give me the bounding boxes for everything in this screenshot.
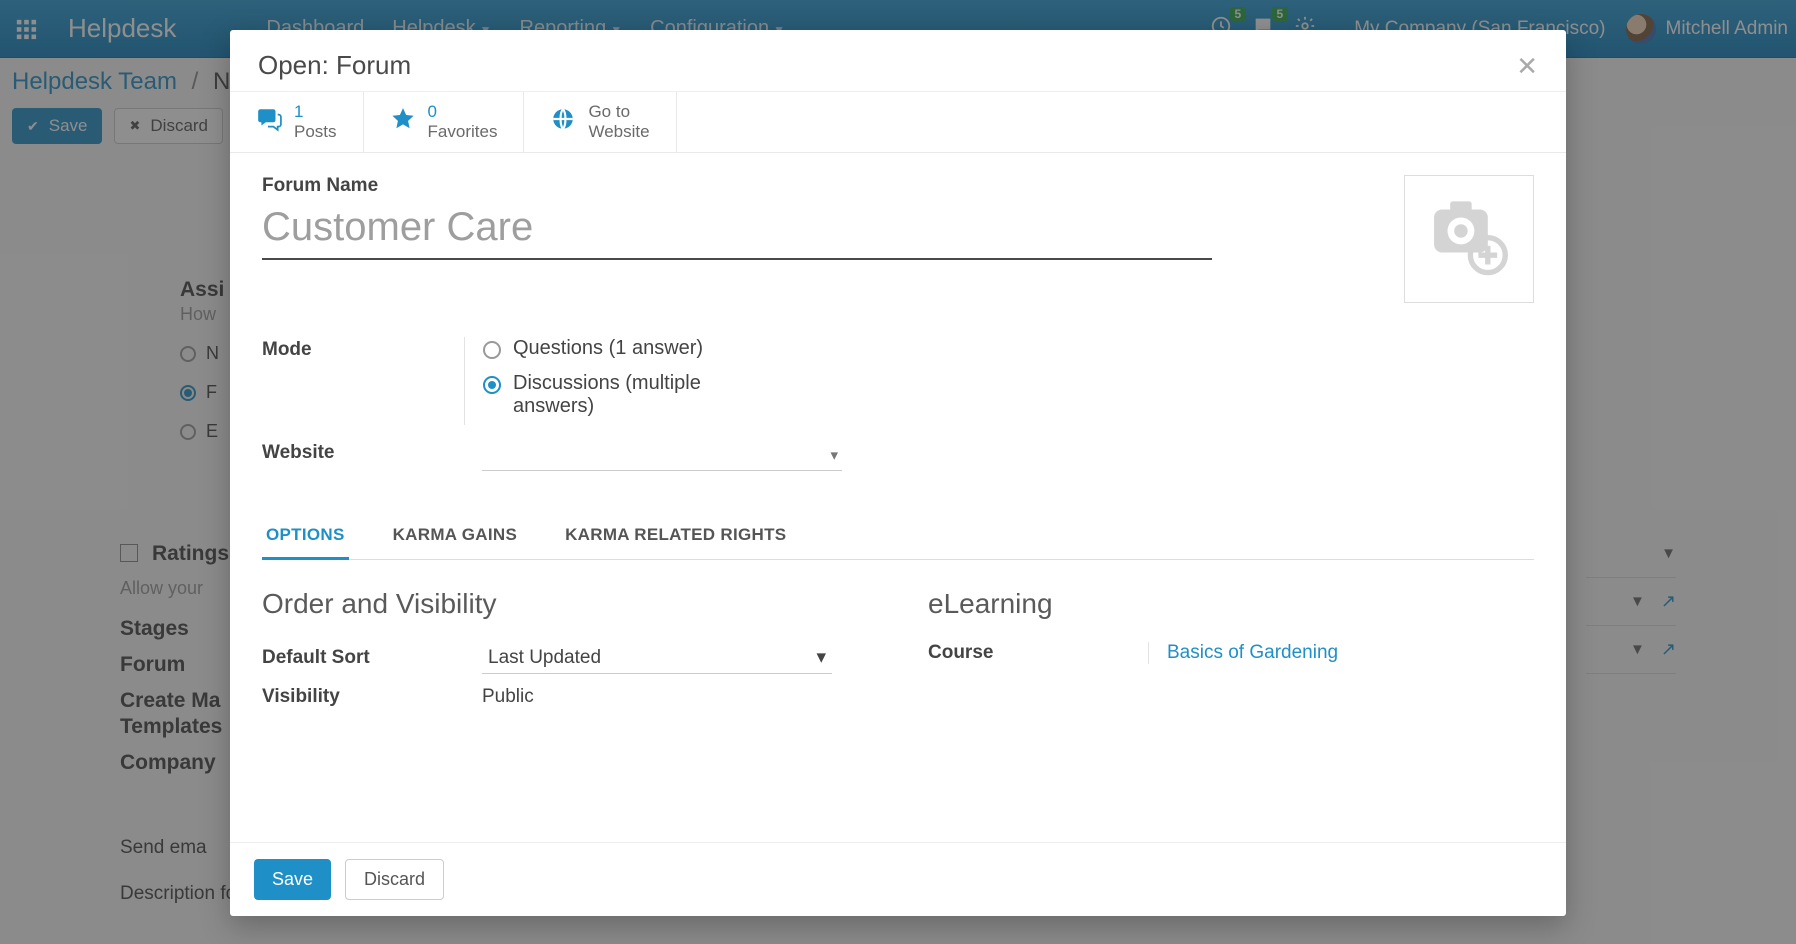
tab-karma-gains[interactable]: KARMA GAINS [389, 515, 522, 560]
stat-posts-count: 1 [294, 102, 337, 122]
save-button[interactable]: Save [254, 859, 331, 900]
visibility-label: Visibility [262, 686, 482, 708]
default-sort-label: Default Sort [262, 647, 482, 669]
visibility-value: Public [482, 686, 868, 708]
forum-name-input[interactable] [262, 201, 1212, 260]
forum-name-label: Forum Name [262, 175, 1212, 197]
stat-buttons: 1 Posts 0 Favorites [230, 92, 1566, 153]
stat-goto-l1: Go to [588, 102, 649, 122]
image-upload[interactable] [1404, 175, 1534, 303]
globe-icon [550, 106, 576, 139]
course-label: Course [928, 642, 1148, 664]
form-tabs: OPTIONS KARMA GAINS KARMA RELATED RIGHTS [262, 515, 1534, 560]
stat-fav-count: 0 [428, 102, 498, 122]
modal-header: Open: Forum ✕ [230, 30, 1566, 91]
stat-goto-l2: Website [588, 122, 649, 142]
elearning-heading: eLearning [928, 588, 1534, 620]
chevron-down-icon: ▾ [830, 446, 838, 464]
discard-button[interactable]: Discard [345, 859, 444, 900]
stat-goto-website[interactable]: Go to Website [524, 92, 676, 152]
modal-footer: Save Discard [230, 842, 1566, 916]
stat-posts-label: Posts [294, 122, 337, 142]
mode-discussions[interactable]: Discussions (multiple answers) [483, 372, 1183, 418]
modal-title: Open: Forum [258, 50, 411, 81]
star-icon [390, 106, 416, 139]
modal-body: 1 Posts 0 Favorites [230, 91, 1566, 842]
radio-icon [483, 341, 501, 359]
default-sort-value: Last Updated [488, 647, 601, 669]
mode-discussions-label: Discussions (multiple answers) [513, 372, 753, 418]
course-link[interactable]: Basics of Gardening [1167, 642, 1338, 663]
forum-modal: Open: Forum ✕ 1 Posts [230, 30, 1566, 916]
comments-icon [256, 106, 282, 139]
stat-posts[interactable]: 1 Posts [230, 92, 364, 152]
mode-label: Mode [262, 337, 482, 430]
default-sort-select[interactable]: Last Updated ▾ [482, 642, 832, 674]
tab-karma-rights[interactable]: KARMA RELATED RIGHTS [561, 515, 790, 560]
website-select[interactable]: ▾ [482, 440, 842, 471]
radio-icon [483, 376, 501, 394]
close-icon[interactable]: ✕ [1516, 53, 1538, 79]
mode-questions[interactable]: Questions (1 answer) [483, 337, 1183, 360]
website-label: Website [262, 440, 482, 471]
stat-fav-label: Favorites [428, 122, 498, 142]
modal-overlay: Open: Forum ✕ 1 Posts [0, 0, 1796, 944]
tab-options[interactable]: OPTIONS [262, 515, 349, 560]
chevron-down-icon: ▾ [816, 646, 826, 669]
stat-favorites[interactable]: 0 Favorites [364, 92, 525, 152]
mode-questions-label: Questions (1 answer) [513, 337, 703, 360]
order-heading: Order and Visibility [262, 588, 868, 620]
